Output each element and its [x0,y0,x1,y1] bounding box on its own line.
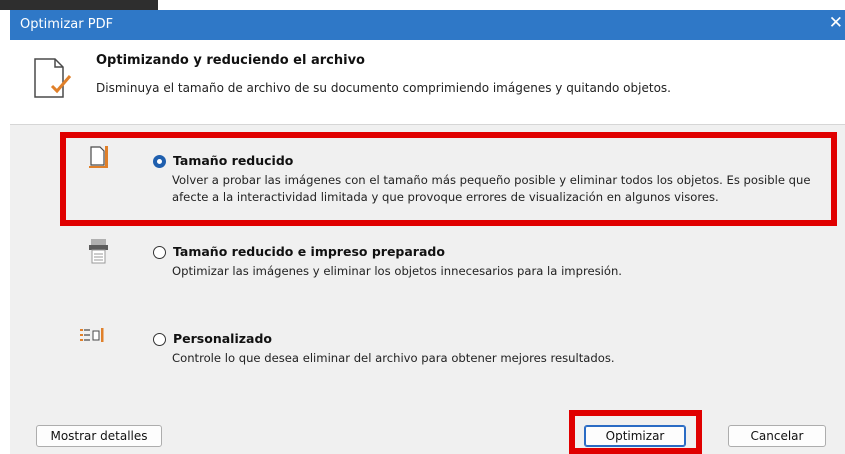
option-reduced-size[interactable]: Tamaño reducido Volver a probar las imág… [10,130,845,226]
window-title: Optimizar PDF [20,17,114,32]
printer-icon [89,239,108,264]
radio-custom[interactable] [153,333,166,346]
dialog-header: Optimizando y reduciendo el archivo Dism… [10,40,845,125]
reduced-size-icon [89,146,108,168]
document-check-icon [34,58,72,98]
option-label[interactable]: Personalizado [173,331,272,346]
option-description: Volver a probar las imágenes con el tama… [172,173,811,204]
option-custom[interactable]: Personalizado Controle lo que desea elim… [10,315,845,375]
option-description: Controle lo que desea eliminar del archi… [172,351,615,365]
optimize-button[interactable]: Optimizar [584,425,686,447]
show-details-button[interactable]: Mostrar detalles [36,425,162,447]
cancel-button[interactable]: Cancelar [728,425,826,447]
option-label[interactable]: Tamaño reducido e impreso preparado [173,244,445,259]
top-strip [0,0,845,10]
option-label[interactable]: Tamaño reducido [173,153,293,168]
option-description: Optimizar las imágenes y eliminar los ob… [172,264,622,278]
title-bar: Optimizar PDF ✕ [10,10,845,40]
option-reduced-print[interactable]: Tamaño reducido e impreso preparado Opti… [10,230,845,290]
radio-reduced-print[interactable] [153,246,166,259]
taskbar-tab [0,0,158,10]
custom-list-icon [80,328,104,342]
dialog-heading: Optimizando y reduciendo el archivo [96,53,365,68]
close-icon[interactable]: ✕ [829,13,843,33]
optimize-dialog: Optimizando y reduciendo el archivo Dism… [10,40,845,454]
dialog-description: Disminuya el tamaño de archivo de su doc… [96,81,671,95]
radio-reduced-size[interactable] [153,155,166,168]
